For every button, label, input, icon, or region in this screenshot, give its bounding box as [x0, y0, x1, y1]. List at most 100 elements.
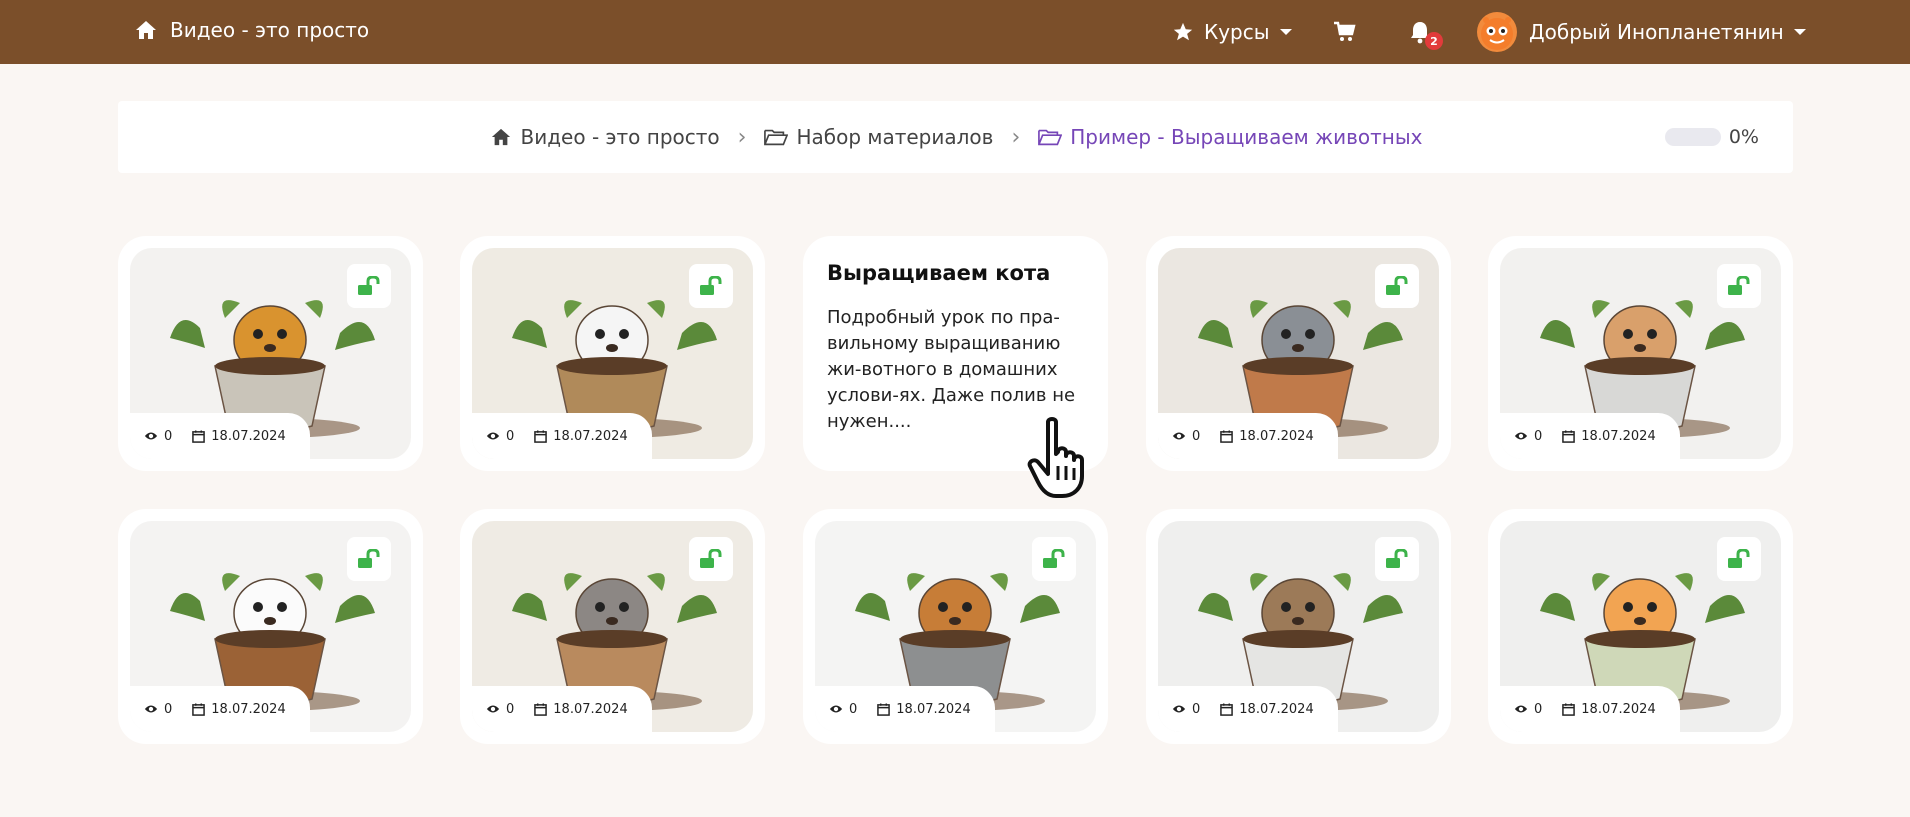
lesson-card[interactable]: 0 18.07.2024: [118, 236, 423, 471]
lesson-title: Выращиваем кота: [827, 261, 1051, 285]
unlock-badge: [689, 537, 733, 581]
breadcrumb-bar: Видео - это просто › Набор материалов › …: [118, 101, 1793, 173]
home-icon: [491, 128, 510, 146]
lesson-meta: 0 18.07.2024: [1158, 686, 1338, 732]
lesson-meta: 0 18.07.2024: [472, 413, 652, 459]
cart-button[interactable]: [1333, 0, 1357, 64]
eye-icon: [144, 705, 158, 713]
lesson-date: 18.07.2024: [553, 701, 628, 717]
courses-menu[interactable]: Курсы: [1172, 0, 1292, 64]
unlock-icon: [1728, 549, 1750, 568]
breadcrumb-folder[interactable]: Набор материалов: [764, 125, 993, 149]
lesson-card[interactable]: 0 18.07.2024: [1146, 236, 1451, 471]
lesson-date: 18.07.2024: [553, 428, 628, 444]
lesson-date: 18.07.2024: [1239, 428, 1314, 444]
eye-icon: [144, 432, 158, 440]
unlock-icon: [1043, 549, 1065, 568]
lesson-date: 18.07.2024: [211, 701, 286, 717]
unlock-icon: [1386, 276, 1408, 295]
cart-icon: [1334, 21, 1356, 41]
unlock-badge: [347, 537, 391, 581]
breadcrumb-home[interactable]: Видео - это просто: [489, 125, 720, 149]
avatar: [1477, 12, 1517, 52]
lesson-date: 18.07.2024: [896, 701, 971, 717]
lesson-card[interactable]: 0 18.07.2024: [1146, 509, 1451, 744]
lesson-meta: 0 18.07.2024: [1500, 413, 1680, 459]
lesson-date: 18.07.2024: [1581, 701, 1656, 717]
lesson-card[interactable]: 0 18.07.2024: [460, 509, 765, 744]
unlock-badge: [689, 264, 733, 308]
views-count: 0: [506, 428, 515, 444]
chevron-down-icon: [1793, 29, 1806, 35]
unlock-badge: [1375, 537, 1419, 581]
breadcrumb-current[interactable]: Пример - Выращиваем животных: [1038, 125, 1423, 149]
unlock-badge: [1717, 537, 1761, 581]
breadcrumb-separator: ›: [1011, 124, 1021, 150]
eye-icon: [829, 705, 843, 713]
folder-open-icon: [764, 129, 789, 146]
unlock-icon: [700, 549, 722, 568]
lesson-thumbnail: 0 18.07.2024: [815, 521, 1096, 732]
unlock-icon: [358, 276, 380, 295]
lesson-card[interactable]: 0 18.07.2024: [1488, 236, 1793, 471]
calendar-icon: [192, 702, 206, 716]
calendar-icon: [1562, 702, 1576, 716]
hand-pointer-cursor: [1027, 417, 1084, 498]
notification-badge: 2: [1425, 32, 1443, 50]
home-icon: [136, 21, 156, 39]
lesson-meta: 0 18.07.2024: [1158, 413, 1338, 459]
lesson-thumbnail: 0 18.07.2024: [472, 248, 753, 459]
calendar-icon: [1220, 702, 1234, 716]
lesson-date: 18.07.2024: [211, 428, 286, 444]
views-count: 0: [1534, 428, 1543, 444]
unlock-badge: [1032, 537, 1076, 581]
lesson-meta: 0 18.07.2024: [1500, 686, 1680, 732]
courses-label: Курсы: [1204, 20, 1270, 44]
lesson-card[interactable]: 0 18.07.2024: [460, 236, 765, 471]
unlock-icon: [700, 276, 722, 295]
unlock-icon: [358, 549, 380, 568]
user-name: Добрый Инопланетянин: [1529, 20, 1784, 44]
course-progress: 0%: [1664, 101, 1759, 173]
unlock-icon: [1728, 276, 1750, 295]
breadcrumb-folder-label: Набор материалов: [796, 125, 994, 149]
eye-icon: [1172, 432, 1186, 440]
lesson-meta: 0 18.07.2024: [815, 686, 995, 732]
brand-label: Видео - это просто: [170, 18, 370, 42]
calendar-icon: [534, 429, 548, 443]
unlock-badge: [347, 264, 391, 308]
calendar-icon: [877, 702, 891, 716]
eye-icon: [1514, 705, 1528, 713]
calendar-icon: [1220, 429, 1234, 443]
views-count: 0: [164, 428, 173, 444]
top-navbar: Видео - это просто Курсы 2 Добрый Инопла…: [0, 0, 1910, 64]
unlock-badge: [1375, 264, 1419, 308]
eye-icon: [1514, 432, 1528, 440]
eye-icon: [1172, 705, 1186, 713]
lesson-thumbnail: 0 18.07.2024: [1500, 521, 1781, 732]
lesson-thumbnail: 0 18.07.2024: [1158, 521, 1439, 732]
calendar-icon: [192, 429, 206, 443]
brand-link[interactable]: Видео - это просто: [134, 18, 369, 42]
breadcrumb-current-label: Пример - Выращиваем животных: [1070, 125, 1423, 149]
views-count: 0: [1192, 701, 1201, 717]
lesson-card[interactable]: 0 18.07.2024: [118, 509, 423, 744]
progress-label: 0%: [1728, 126, 1759, 148]
lesson-card[interactable]: 0 18.07.2024: [803, 509, 1108, 744]
breadcrumb-separator: ›: [737, 124, 747, 150]
user-menu[interactable]: Добрый Инопланетянин: [1477, 0, 1806, 64]
views-count: 0: [849, 701, 858, 717]
folder-open-icon: [1038, 129, 1063, 146]
lesson-thumbnail: 0 18.07.2024: [130, 248, 411, 459]
lesson-thumbnail: 0 18.07.2024: [472, 521, 753, 732]
lesson-card[interactable]: 0 18.07.2024: [1488, 509, 1793, 744]
lesson-date: 18.07.2024: [1239, 701, 1314, 717]
progress-bar: [1664, 128, 1721, 146]
unlock-icon: [1386, 549, 1408, 568]
unlock-badge: [1717, 264, 1761, 308]
views-count: 0: [1534, 701, 1543, 717]
breadcrumb: Видео - это просто › Набор материалов › …: [118, 101, 1793, 173]
lesson-meta: 0 18.07.2024: [472, 686, 652, 732]
lesson-thumbnail: 0 18.07.2024: [130, 521, 411, 732]
notifications-button[interactable]: 2: [1409, 0, 1443, 64]
